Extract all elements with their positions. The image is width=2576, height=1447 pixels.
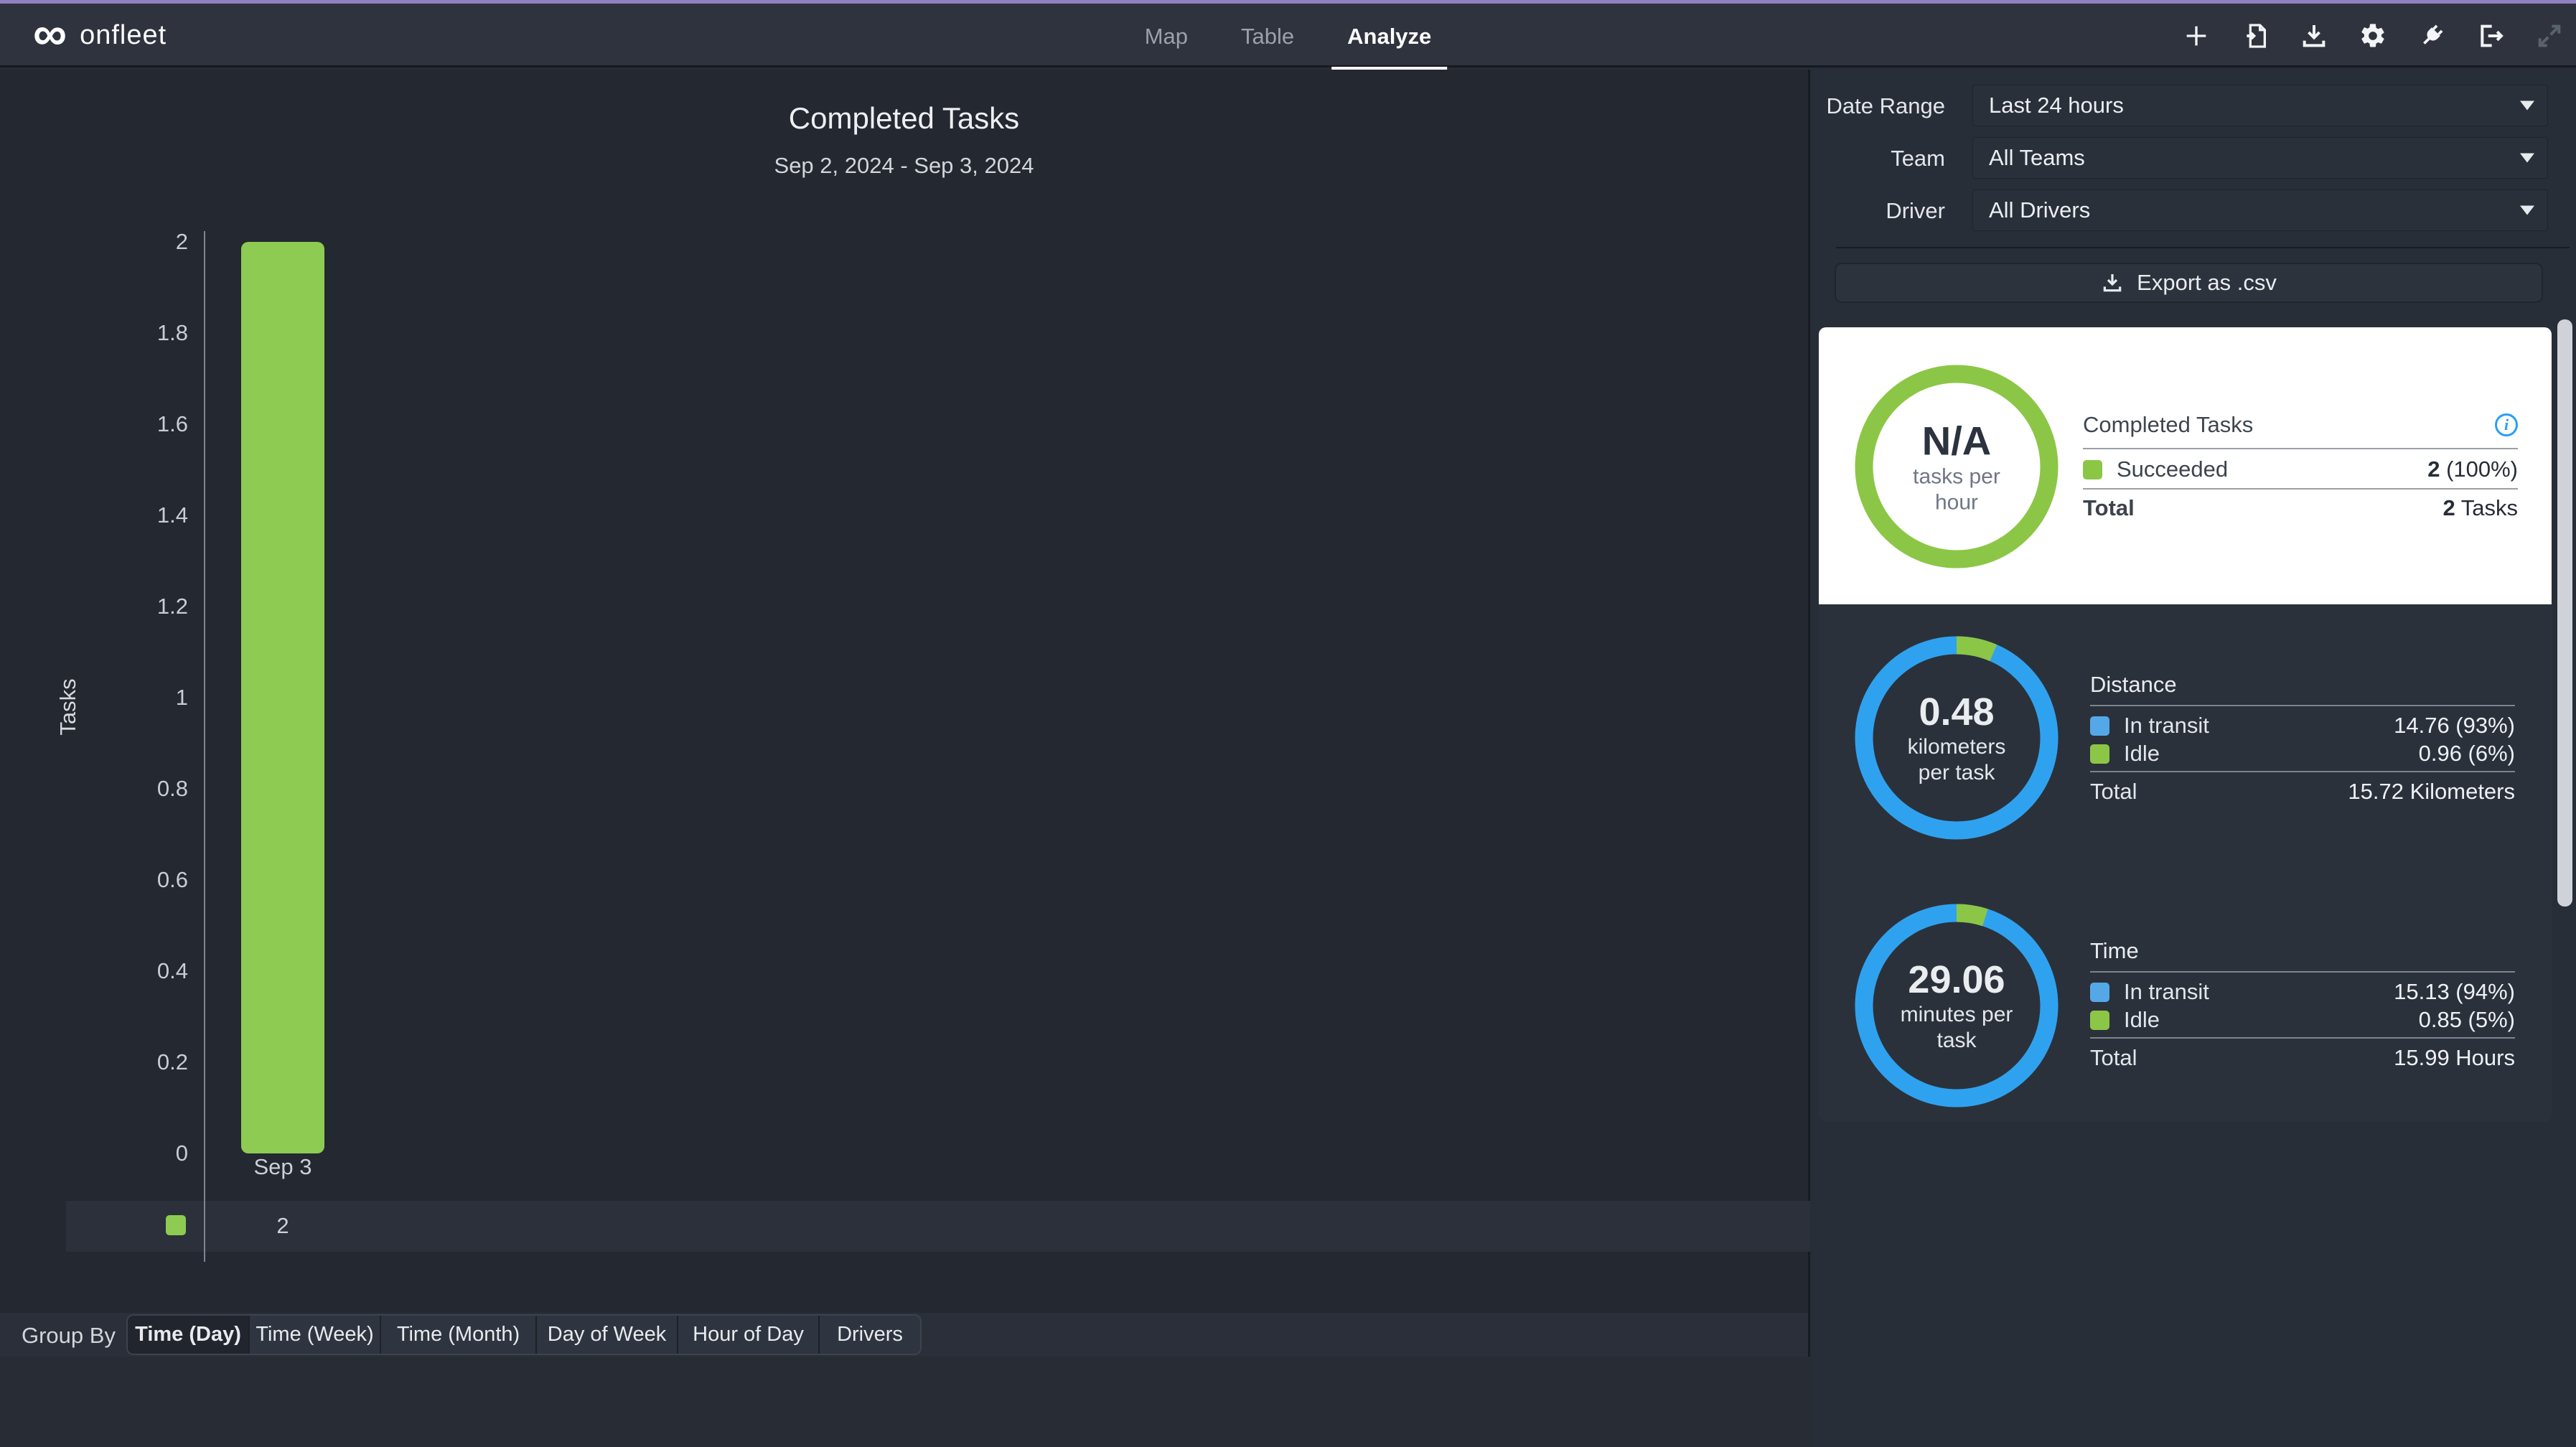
- onfleet-logo[interactable]: ∞ onfleet: [33, 4, 167, 67]
- info-icon[interactable]: i: [2495, 413, 2518, 436]
- divider: [2090, 1037, 2515, 1039]
- total-row: Total 15.72 Kilometers: [2090, 779, 2515, 805]
- y-tick: 0.4: [113, 958, 188, 984]
- team-select[interactable]: All Teams: [1972, 137, 2548, 179]
- bottom-band: [0, 1357, 1810, 1447]
- y-tick: 0.8: [113, 776, 188, 802]
- in-transit-swatch: [2090, 983, 2109, 1002]
- card-title: Time: [2090, 938, 2139, 964]
- team-label: Team: [1812, 146, 1945, 172]
- chart-date-range: Sep 2, 2024 - Sep 3, 2024: [0, 153, 1808, 179]
- header-actions: [2180, 4, 2566, 67]
- tab-table[interactable]: Table: [1241, 4, 1294, 70]
- group-by-time-day[interactable]: Time (Day): [128, 1316, 250, 1354]
- analyze-sidebar: Date Range Last 24 hours Team All Teams …: [1812, 70, 2576, 1447]
- card-title: Completed Tasks: [2083, 412, 2253, 438]
- series-swatch: [166, 1215, 186, 1235]
- idle-row: Idle 0.96 (6%): [2090, 741, 2515, 767]
- group-by-segmented-control: Time (Day) Time (Week) Time (Month) Day …: [128, 1316, 920, 1354]
- y-tick: 1.2: [113, 594, 188, 619]
- top-bar: ∞ onfleet Map Table Analyze: [0, 4, 2576, 67]
- settings-gear-icon[interactable]: [2356, 19, 2389, 52]
- sidebar-divider: [1836, 247, 2570, 248]
- tab-map[interactable]: Map: [1145, 4, 1188, 70]
- x-tick-label: Sep 3: [241, 1154, 324, 1180]
- divider: [2090, 705, 2515, 706]
- group-by-bar: Group By Time (Day) Time (Week) Time (Mo…: [0, 1313, 1808, 1357]
- date-range-label: Date Range: [1812, 93, 1945, 119]
- driver-select[interactable]: All Drivers: [1972, 189, 2548, 231]
- idle-swatch: [2090, 1011, 2109, 1030]
- total-row: Total 2 Tasks: [2083, 495, 2518, 521]
- bar-slot: [241, 242, 324, 1153]
- chevron-down-icon: [2520, 206, 2534, 215]
- import-tasks-icon[interactable]: [2239, 19, 2272, 52]
- in-transit-row: In transit 15.13 (94%): [2090, 979, 2515, 1005]
- y-tick: 0: [113, 1141, 188, 1166]
- in-transit-row: In transit 14.76 (93%): [2090, 713, 2515, 739]
- y-tick: 1.6: [113, 411, 188, 437]
- divider: [2090, 971, 2515, 973]
- date-range-select[interactable]: Last 24 hours: [1972, 85, 2548, 126]
- tasks-bar: [241, 242, 324, 1153]
- donut-center-text: 0.48 kilometersper task: [1874, 690, 2039, 786]
- expand-icon[interactable]: [2533, 19, 2566, 52]
- succeeded-swatch: [2083, 460, 2102, 479]
- idle-swatch: [2090, 744, 2109, 764]
- group-by-time-month[interactable]: Time (Month): [381, 1316, 537, 1354]
- add-icon[interactable]: [2180, 19, 2213, 52]
- y-tick: 1.8: [113, 320, 188, 346]
- chart-value-row: 2: [66, 1201, 1810, 1252]
- divider: [2083, 448, 2518, 449]
- y-tick: 0.6: [113, 867, 188, 893]
- sign-out-icon[interactable]: [2474, 19, 2507, 52]
- onfleet-analyze-page: ∞ onfleet Map Table Analyze: [0, 0, 2576, 1447]
- download-icon[interactable]: [2298, 19, 2331, 52]
- metric-cards: N/A tasks perhour Completed Tasks i Succ…: [1819, 327, 2552, 1122]
- scrollbar-thumb[interactable]: [2557, 319, 2572, 907]
- divider: [2083, 488, 2518, 490]
- tab-analyze[interactable]: Analyze: [1347, 4, 1431, 70]
- chart-title: Completed Tasks: [0, 101, 1808, 136]
- group-by-label: Group By: [22, 1323, 116, 1349]
- y-axis-line: [204, 231, 205, 1262]
- card-title-row: Distance: [2090, 672, 2515, 698]
- group-by-time-week[interactable]: Time (Week): [250, 1316, 381, 1354]
- group-by-hour-of-day[interactable]: Hour of Day: [678, 1316, 820, 1354]
- divider: [2090, 771, 2515, 772]
- donut-center-text: N/A tasks perhour: [1874, 418, 2039, 516]
- chart-panel: Completed Tasks Sep 2, 2024 - Sep 3, 202…: [0, 70, 1810, 1357]
- donut-center-text: 29.06 minutes pertask: [1874, 957, 2039, 1054]
- logo-text: onfleet: [80, 20, 167, 51]
- distance-card[interactable]: 0.48 kilometersper task Distance In tran…: [1819, 604, 2552, 863]
- chevron-down-icon: [2520, 101, 2534, 111]
- download-icon: [2101, 271, 2124, 294]
- y-tick: 1.4: [113, 502, 188, 528]
- y-axis-label: Tasks: [55, 678, 81, 735]
- driver-label: Driver: [1812, 198, 1945, 224]
- infinity-logo-icon: ∞: [33, 11, 67, 55]
- idle-row: Idle 0.85 (5%): [2090, 1007, 2515, 1033]
- y-tick: 1: [113, 685, 188, 711]
- export-csv-button[interactable]: Export as .csv: [1835, 263, 2543, 303]
- in-transit-swatch: [2090, 716, 2109, 736]
- total-row: Total 15.99 Hours: [2090, 1045, 2515, 1071]
- card-title: Distance: [2090, 672, 2177, 698]
- integrations-plug-icon[interactable]: [2415, 19, 2448, 52]
- group-by-drivers[interactable]: Drivers: [820, 1316, 920, 1354]
- group-by-day-of-week[interactable]: Day of Week: [537, 1316, 678, 1354]
- succeeded-row: Succeeded 2 (100%): [2083, 456, 2518, 482]
- completed-tasks-card[interactable]: N/A tasks perhour Completed Tasks i Succ…: [1819, 327, 2552, 604]
- main-nav: Map Table Analyze: [1145, 4, 1432, 70]
- chevron-down-icon: [2520, 154, 2534, 163]
- time-card[interactable]: 29.06 minutes pertask Time In transit 15…: [1819, 863, 2552, 1122]
- y-tick: 2: [113, 229, 188, 255]
- card-title-row: Time: [2090, 938, 2515, 964]
- card-title-row: Completed Tasks i: [2083, 412, 2518, 438]
- series-value: 2: [241, 1213, 324, 1239]
- y-tick: 0.2: [113, 1049, 188, 1075]
